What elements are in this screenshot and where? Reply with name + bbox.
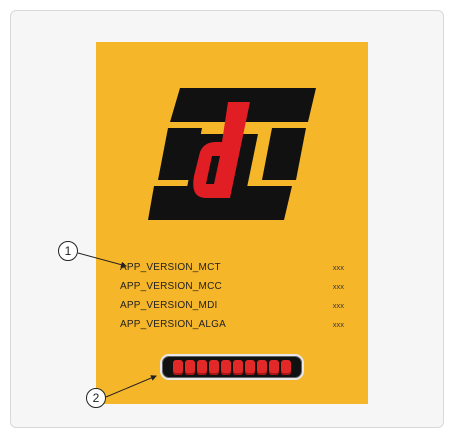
version-label: APP_VERSION_MDI: [120, 299, 218, 311]
version-value: xxx: [332, 262, 344, 272]
version-value: xxx: [332, 300, 344, 310]
progress-segment: [257, 359, 267, 375]
version-row-mct: APP_VERSION_MCT xxx: [120, 259, 350, 275]
callout-2: 2: [86, 388, 106, 408]
version-row-alga: APP_VERSION_ALGA xxx: [120, 316, 350, 332]
progress-segment: [209, 359, 219, 375]
progress-segment: [185, 359, 195, 375]
version-row-mcc: APP_VERSION_MCC xxx: [120, 278, 350, 294]
version-value: xxx: [332, 319, 344, 329]
brand-logo-icon: [146, 80, 326, 234]
version-row-mdi: APP_VERSION_MDI xxx: [120, 297, 350, 313]
loading-progress-bar: [160, 354, 304, 380]
version-label: APP_VERSION_ALGA: [120, 318, 227, 330]
version-label: APP_VERSION_MCC: [120, 280, 222, 292]
version-label: APP_VERSION_MCT: [120, 261, 221, 273]
progress-segment: [233, 359, 243, 375]
callout-1: 1: [58, 241, 78, 261]
version-value: xxx: [332, 281, 344, 291]
progress-segment: [281, 359, 291, 375]
progress-segment: [221, 359, 231, 375]
progress-segment: [173, 359, 183, 375]
progress-segment: [269, 359, 279, 375]
progress-segment: [197, 359, 207, 375]
progress-segment: [245, 359, 255, 375]
